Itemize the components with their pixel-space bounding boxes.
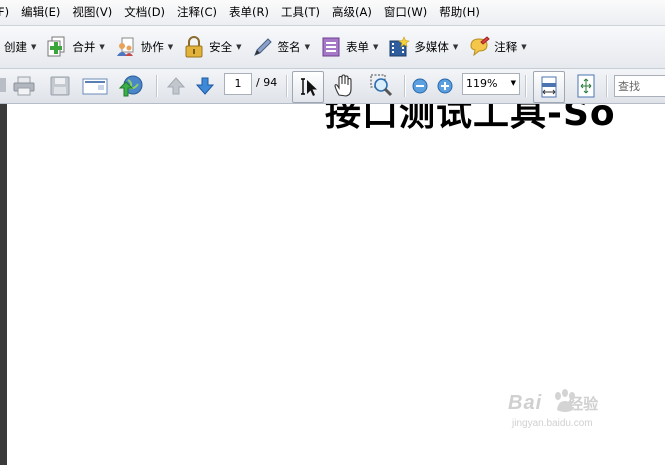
- menu-advanced[interactable]: 高级(A): [326, 0, 378, 25]
- collaborate-icon: [116, 37, 134, 56]
- toolbar-separator: [525, 75, 527, 97]
- create-button[interactable]: 创建 ▼: [0, 31, 42, 63]
- watermark-url: jingyan.baidu.com: [512, 418, 593, 429]
- sign-label: 签名: [277, 40, 301, 54]
- comment-button[interactable]: 注释 ▼: [464, 31, 532, 63]
- toolbar-separator: [404, 75, 406, 97]
- page-number-input[interactable]: 1: [224, 73, 252, 95]
- menu-edit[interactable]: 编辑(E): [15, 0, 66, 25]
- zoom-in-icon[interactable]: [437, 78, 453, 102]
- combine-button[interactable]: 合并 ▼: [42, 31, 110, 63]
- chevron-down-icon: ▼: [31, 43, 37, 51]
- toolbar-separator: [156, 75, 158, 97]
- text-select-icon: [301, 78, 317, 96]
- chevron-down-icon: ▼: [304, 43, 310, 51]
- menu-window[interactable]: 窗口(W): [378, 0, 433, 25]
- menu-bar: F) 编辑(E) 视图(V) 文档(D) 注释(C) 表单(R) 工具(T) 高…: [0, 0, 665, 26]
- menu-comments[interactable]: 注释(C): [171, 0, 223, 25]
- menu-tools[interactable]: 工具(T): [275, 0, 326, 25]
- email-icon[interactable]: [82, 76, 108, 100]
- previous-page-icon[interactable]: [166, 76, 186, 100]
- zoom-value: 119%: [466, 77, 498, 90]
- comment-icon: [470, 36, 490, 57]
- menu-help[interactable]: 帮助(H): [433, 0, 486, 25]
- zoom-select[interactable]: 119% ▼: [462, 73, 520, 95]
- secure-label: 安全: [209, 40, 233, 54]
- search-placeholder: 查找: [618, 80, 640, 93]
- fit-width-icon: [541, 76, 557, 98]
- lock-icon: [185, 36, 203, 58]
- document-heading: 接口测试工具-So: [325, 104, 616, 134]
- secure-button[interactable]: 安全 ▼: [179, 31, 247, 63]
- toolbar-separator: [606, 75, 608, 97]
- print-icon[interactable]: [13, 76, 35, 100]
- search-input[interactable]: 查找: [614, 75, 665, 97]
- combine-icon: [47, 36, 65, 57]
- chevron-down-icon: ▼: [521, 43, 527, 51]
- form-icon: [322, 37, 340, 57]
- comment-label: 注释: [494, 40, 518, 54]
- menu-file[interactable]: F): [0, 0, 15, 25]
- chevron-down-icon: ▼: [99, 43, 105, 51]
- pen-icon: [253, 38, 272, 56]
- save-icon[interactable]: [50, 76, 70, 100]
- marquee-zoom-icon[interactable]: [369, 73, 395, 97]
- menu-document[interactable]: 文档(D): [118, 0, 171, 25]
- web-upload-icon[interactable]: [118, 74, 144, 98]
- paw-logo-icon: [555, 389, 575, 412]
- chevron-down-icon: ▼: [372, 43, 379, 51]
- toolbar-separator: [286, 75, 288, 97]
- chevron-down-icon: ▼: [236, 43, 242, 51]
- multimedia-label: 多媒体: [414, 40, 449, 54]
- menu-view[interactable]: 视图(V): [66, 0, 118, 25]
- chevron-down-icon: ▼: [452, 43, 459, 51]
- page-total: / 94: [256, 76, 278, 89]
- task-toolbar: 创建 ▼ 合并 ▼ 协作 ▼ 安全 ▼ 签名 ▼ 表单 ▼ 多媒体 ▼ 注释 ▼: [0, 26, 665, 69]
- forms-label: 表单: [345, 40, 369, 54]
- chevron-down-icon: ▼: [167, 43, 174, 51]
- zoom-out-icon[interactable]: [412, 78, 428, 102]
- create-label: 创建: [4, 40, 27, 54]
- document-left-border: [0, 104, 7, 465]
- hand-tool-icon[interactable]: [331, 73, 357, 97]
- combine-label: 合并: [72, 40, 96, 54]
- menu-forms[interactable]: 表单(R): [223, 0, 275, 25]
- select-tool-button[interactable]: [292, 71, 324, 103]
- watermark-brand: Bai: [508, 392, 543, 414]
- open-icon[interactable]: [0, 76, 8, 100]
- chevron-down-icon: ▼: [510, 79, 516, 87]
- sign-button[interactable]: 签名 ▼: [248, 31, 316, 63]
- fit-page-icon[interactable]: [574, 73, 598, 98]
- forms-button[interactable]: 表单 ▼: [316, 31, 384, 63]
- multimedia-button[interactable]: 多媒体 ▼: [384, 31, 464, 63]
- next-page-icon[interactable]: [195, 76, 215, 100]
- filmstrip-icon: [389, 36, 411, 57]
- fit-width-button[interactable]: [533, 71, 565, 103]
- collaborate-button[interactable]: 协作 ▼: [111, 31, 179, 63]
- collaborate-label: 协作: [140, 40, 164, 54]
